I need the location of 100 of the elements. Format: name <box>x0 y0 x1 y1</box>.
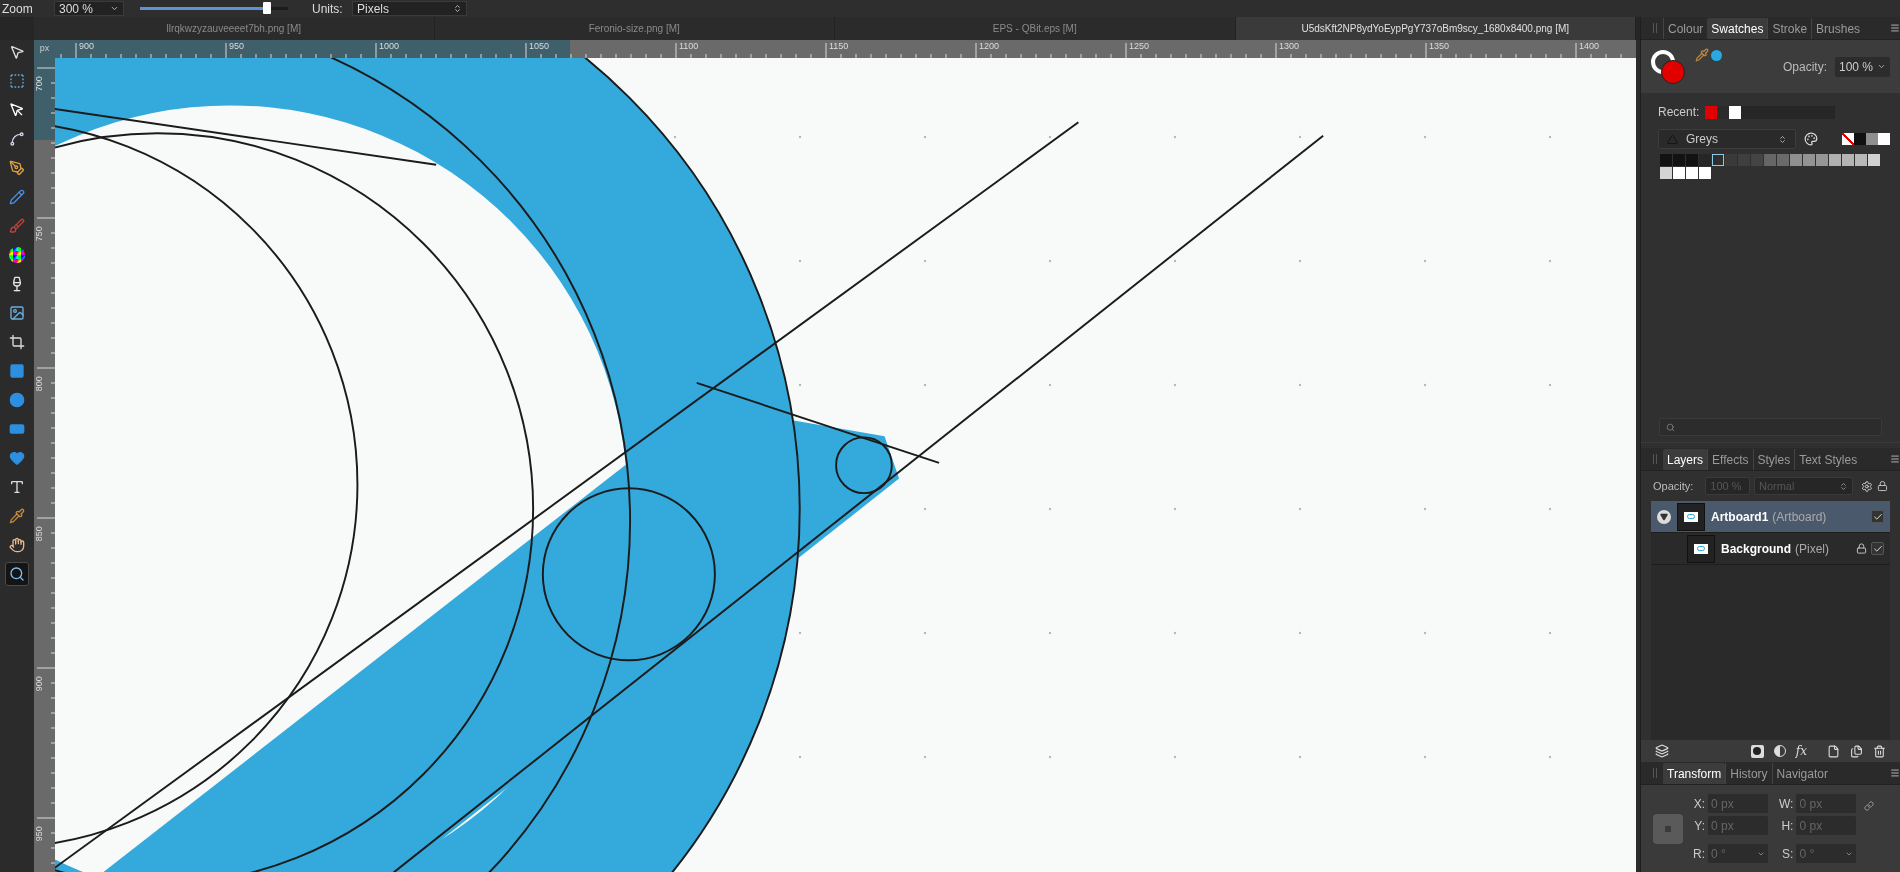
layer-row[interactable]: Artboard1 (Artboard) <box>1651 501 1890 533</box>
field-label: H: <box>1780 817 1794 835</box>
panel-tab[interactable]: Text Styles <box>1794 449 1862 470</box>
colour-swatch[interactable] <box>1686 154 1698 166</box>
panel-tab[interactable]: Navigator <box>1771 763 1832 784</box>
documents-icon[interactable] <box>1850 744 1864 758</box>
search-icon <box>1666 422 1675 432</box>
link-icon[interactable] <box>1864 799 1875 813</box>
recent-swatch[interactable] <box>1729 105 1742 119</box>
adjustment-icon[interactable] <box>1773 745 1786 757</box>
expand-toggle[interactable] <box>1657 509 1671 524</box>
colour-swatch[interactable] <box>1686 167 1698 179</box>
recent-label: Recent: <box>1658 104 1700 121</box>
opacity-field[interactable]: 100 % <box>1835 56 1890 77</box>
panel-tab[interactable]: Swatches <box>1707 18 1768 39</box>
colour-swatch[interactable] <box>1842 154 1854 166</box>
colour-swatch[interactable] <box>1699 154 1711 166</box>
colour-swatch[interactable] <box>1751 154 1763 166</box>
panel-menu-icon[interactable] <box>1890 23 1900 33</box>
hand-icon <box>9 537 25 553</box>
colour-swatch[interactable] <box>1803 154 1815 166</box>
check-icon <box>1872 511 1883 522</box>
zoom-slider[interactable] <box>140 2 288 15</box>
palette-dropdown[interactable]: Greys <box>1658 129 1796 149</box>
check-icon <box>1872 543 1883 554</box>
field-label: W: <box>1779 795 1794 813</box>
palette-icon[interactable] <box>1804 132 1818 146</box>
document-tab[interactable]: EPS - QBit.eps [M] <box>835 17 1236 40</box>
recent-swatch[interactable] <box>1717 105 1730 119</box>
field-label: X: <box>1693 795 1705 813</box>
ruler-label: 1150 <box>829 41 849 51</box>
tool-button[interactable] <box>5 562 29 586</box>
colour-swatch[interactable] <box>1764 154 1776 166</box>
colour-swatch[interactable] <box>1725 154 1737 166</box>
panel-tab[interactable]: Layers <box>1663 449 1708 470</box>
trash-icon[interactable] <box>1873 744 1887 758</box>
fill-stroke-well[interactable] <box>1651 49 1685 84</box>
no-colour-swatch[interactable] <box>1842 133 1854 145</box>
pipette-icon[interactable] <box>1695 48 1709 62</box>
colour-swatch[interactable] <box>1829 154 1841 166</box>
updown-icon <box>453 4 462 13</box>
panel-grip-icon <box>1653 23 1657 33</box>
brush-icon <box>9 218 25 234</box>
ruler-label: 1250 <box>1129 41 1150 51</box>
panel-tab[interactable]: Styles <box>1752 449 1795 470</box>
lock-icon[interactable] <box>1877 480 1888 492</box>
lock-icon[interactable] <box>1856 543 1867 554</box>
panel-menu-icon[interactable] <box>1890 454 1900 464</box>
colour-swatch[interactable] <box>1660 167 1672 179</box>
ruler-label: 1050 <box>529 41 550 51</box>
heart-icon <box>9 450 25 466</box>
field-label: Y: <box>1693 817 1705 835</box>
image-icon <box>9 305 25 321</box>
panel-tab[interactable]: Transform <box>1663 763 1726 784</box>
colour-swatch[interactable] <box>1790 154 1802 166</box>
layer-row[interactable]: Background (Pixel) <box>1651 533 1890 565</box>
type-icon <box>9 479 25 495</box>
recent-swatch[interactable] <box>1705 105 1718 119</box>
document-tab[interactable]: llrqkwzyzauveeeet7bh.png [M] <box>34 17 435 40</box>
document-tab[interactable]: U5dsKft2NP8ydYoEypPgY737oBm9scy_1680x8400.png [M] <box>1235 17 1636 40</box>
panel-tab[interactable]: Stroke <box>1767 18 1812 39</box>
document-tab[interactable]: Feronio-size.png [M] <box>434 17 835 40</box>
opacity-label: Opacity: <box>1653 478 1694 494</box>
visibility-checkbox[interactable] <box>1871 542 1884 555</box>
visibility-checkbox[interactable] <box>1871 510 1884 523</box>
colour-swatch[interactable] <box>1868 154 1880 166</box>
updown-icon <box>1778 134 1787 144</box>
panel-tab[interactable]: Brushes <box>1811 18 1865 39</box>
ruler-label: 900 <box>34 675 46 694</box>
slider-thumb[interactable] <box>263 2 272 14</box>
mask-icon[interactable] <box>1750 744 1764 758</box>
panel-tab[interactable]: Effects <box>1707 449 1753 470</box>
quick-swatch[interactable] <box>1878 133 1890 145</box>
colour-swatch[interactable] <box>1699 167 1711 179</box>
colour-swatch[interactable] <box>1777 154 1789 166</box>
colour-swatch[interactable] <box>1855 154 1867 166</box>
caret-icon <box>1877 62 1886 71</box>
ruler-label: 750 <box>34 225 46 244</box>
settings-icon[interactable] <box>1861 479 1874 493</box>
quick-swatch[interactable] <box>1854 133 1866 145</box>
document-icon[interactable] <box>1827 744 1841 758</box>
colour-swatch[interactable] <box>1816 154 1828 166</box>
colour-wheel-icon <box>9 247 25 263</box>
pen-icon <box>9 160 25 176</box>
effects-button[interactable]: fx <box>1795 742 1808 760</box>
panel-menu-icon[interactable] <box>1890 768 1900 778</box>
quick-swatch[interactable] <box>1866 133 1878 145</box>
units-dropdown[interactable]: Pixels <box>352 1 467 16</box>
ruler-label: 1100 <box>679 41 699 51</box>
crop-icon <box>9 334 25 350</box>
colour-swatch[interactable] <box>1673 167 1685 179</box>
panel-tab[interactable]: History <box>1725 763 1772 784</box>
search-field[interactable] <box>1659 418 1882 436</box>
circle-icon <box>9 392 25 408</box>
colour-swatch[interactable] <box>1673 154 1685 166</box>
zoom-field[interactable]: 300 % <box>54 1 124 16</box>
colour-swatch[interactable] <box>1660 154 1672 166</box>
layers-icon[interactable] <box>1655 744 1669 758</box>
layer-name: Artboard1 <box>1711 508 1769 526</box>
colour-swatch[interactable] <box>1712 154 1724 166</box>
